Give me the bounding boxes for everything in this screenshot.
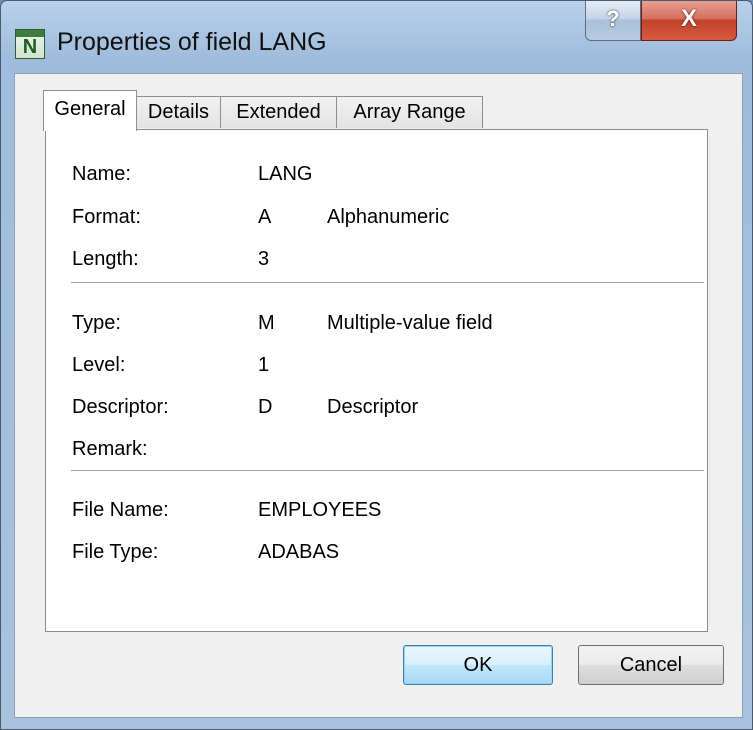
format-value: A (258, 206, 272, 228)
tab-details[interactable]: Details (136, 96, 221, 128)
file-type-label: File Type: (72, 541, 159, 563)
separator-2 (71, 470, 704, 472)
name-label: Name: (72, 163, 131, 185)
file-name-value: EMPLOYEES (258, 499, 382, 521)
name-value: LANG (258, 163, 313, 185)
properties-dialog: N Properties of field LANG ? X General D… (0, 0, 753, 730)
descriptor-description: Descriptor (327, 396, 419, 418)
descriptor-value: D (258, 396, 273, 418)
close-button[interactable]: X (641, 1, 737, 41)
ok-button[interactable]: OK (403, 645, 553, 685)
length-label: Length: (72, 248, 139, 270)
title-bar[interactable]: N Properties of field LANG ? X (1, 1, 752, 73)
app-icon-letter: N (22, 36, 38, 58)
level-value: 1 (258, 354, 270, 376)
help-button[interactable]: ? (585, 1, 641, 41)
descriptor-label: Descriptor: (72, 396, 169, 418)
general-tab-panel: Name: LANG Format: A Alphanumeric Length… (45, 129, 708, 632)
window-title: Properties of field LANG (57, 28, 327, 56)
type-label: Type: (72, 312, 121, 334)
cancel-button[interactable]: Cancel (578, 645, 724, 685)
tab-general[interactable]: General (43, 90, 137, 131)
dialog-client-area: General Details Extended Array Range Nam… (14, 73, 743, 718)
app-icon: N (15, 29, 45, 59)
separator-1 (71, 282, 704, 284)
file-type-value: ADABAS (258, 541, 340, 563)
remark-label: Remark: (72, 438, 148, 460)
length-value: 3 (258, 248, 270, 270)
format-description: Alphanumeric (327, 206, 450, 228)
level-label: Level: (72, 354, 126, 376)
type-value: M (258, 312, 275, 334)
type-description: Multiple-value field (327, 312, 493, 334)
tab-extended[interactable]: Extended (220, 96, 337, 128)
tab-array-range[interactable]: Array Range (336, 96, 483, 128)
file-name-label: File Name: (72, 499, 169, 521)
format-label: Format: (72, 206, 141, 228)
